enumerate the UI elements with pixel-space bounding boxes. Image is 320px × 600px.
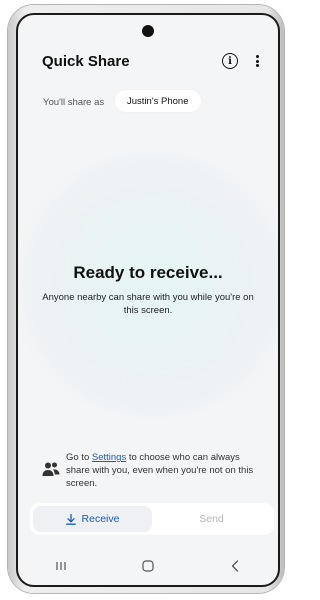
share-as-label: You'll share as [43, 97, 105, 108]
tab-receive[interactable]: Receive [33, 506, 152, 532]
status-heading: Ready to receive... [73, 263, 223, 282]
tab-send-label: Send [199, 513, 224, 525]
background-glow [18, 150, 278, 420]
recents-icon [56, 562, 66, 570]
tab-send[interactable]: Send [152, 506, 271, 532]
back-icon [231, 560, 238, 572]
settings-link[interactable]: Settings [92, 452, 126, 463]
home-icon [142, 560, 154, 572]
info-icon[interactable]: i [222, 53, 238, 69]
people-icon [42, 462, 60, 476]
front-camera [142, 25, 154, 37]
app-title: Quick Share [42, 53, 130, 70]
home-button[interactable] [133, 556, 163, 576]
settings-note-prefix: Go to [66, 452, 92, 463]
back-button[interactable] [220, 556, 250, 576]
tab-receive-label: Receive [81, 513, 120, 525]
download-icon [65, 513, 76, 525]
recents-button[interactable] [46, 556, 76, 576]
status-description: Anyone nearby can share with you while y… [42, 292, 254, 316]
settings-note: Go to Settings to choose who can always … [66, 451, 261, 490]
receive-send-tabs: Receive Send [30, 503, 274, 535]
device-name-chip[interactable]: Justin's Phone [115, 90, 201, 112]
system-navigation-bar [18, 553, 278, 579]
phone-screen: Quick Share i You'll share as Justin's P… [16, 13, 280, 587]
more-options-icon[interactable] [252, 53, 262, 69]
